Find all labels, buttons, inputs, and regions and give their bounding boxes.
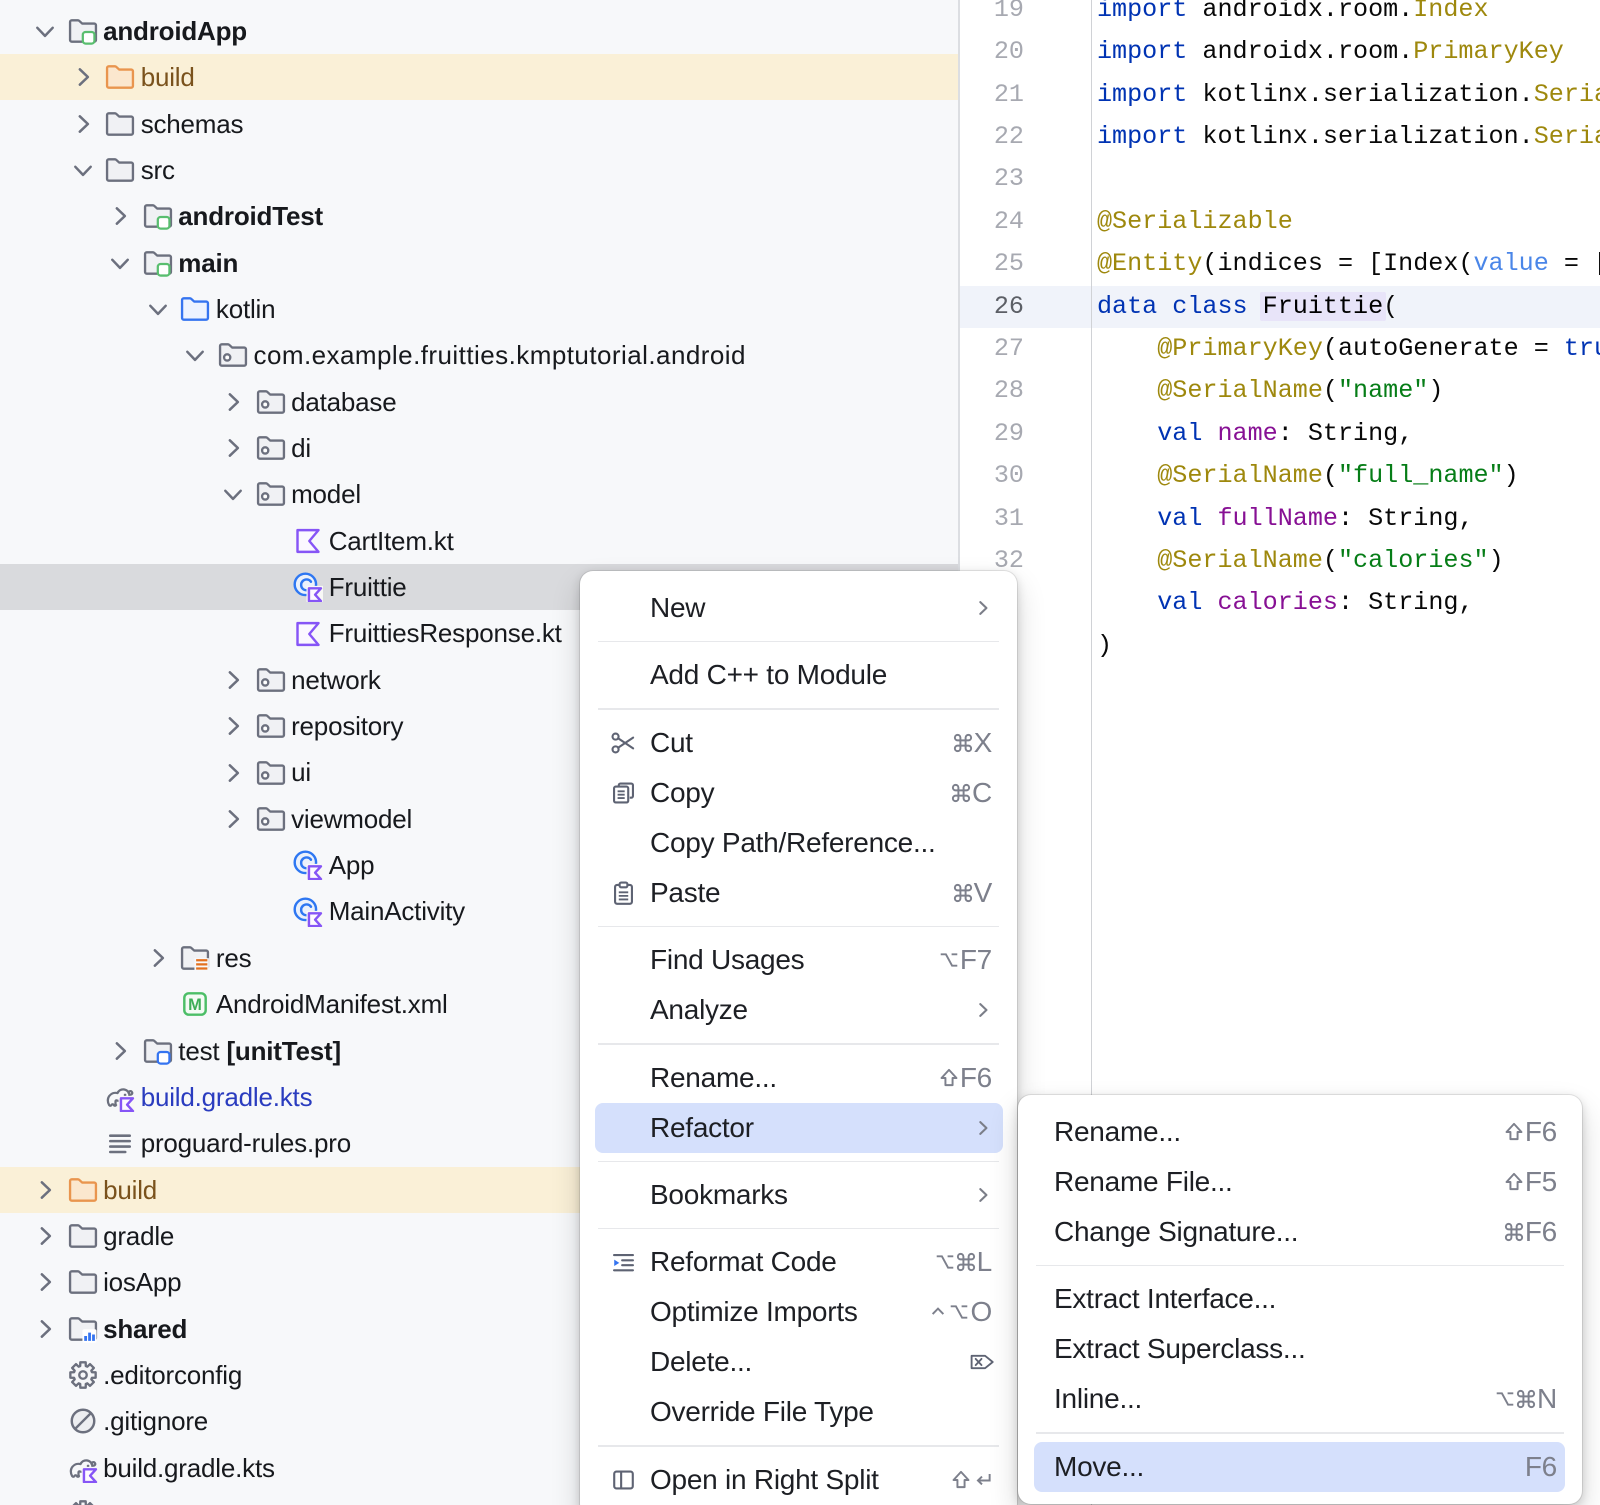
svg-text:M: M (189, 996, 203, 1014)
